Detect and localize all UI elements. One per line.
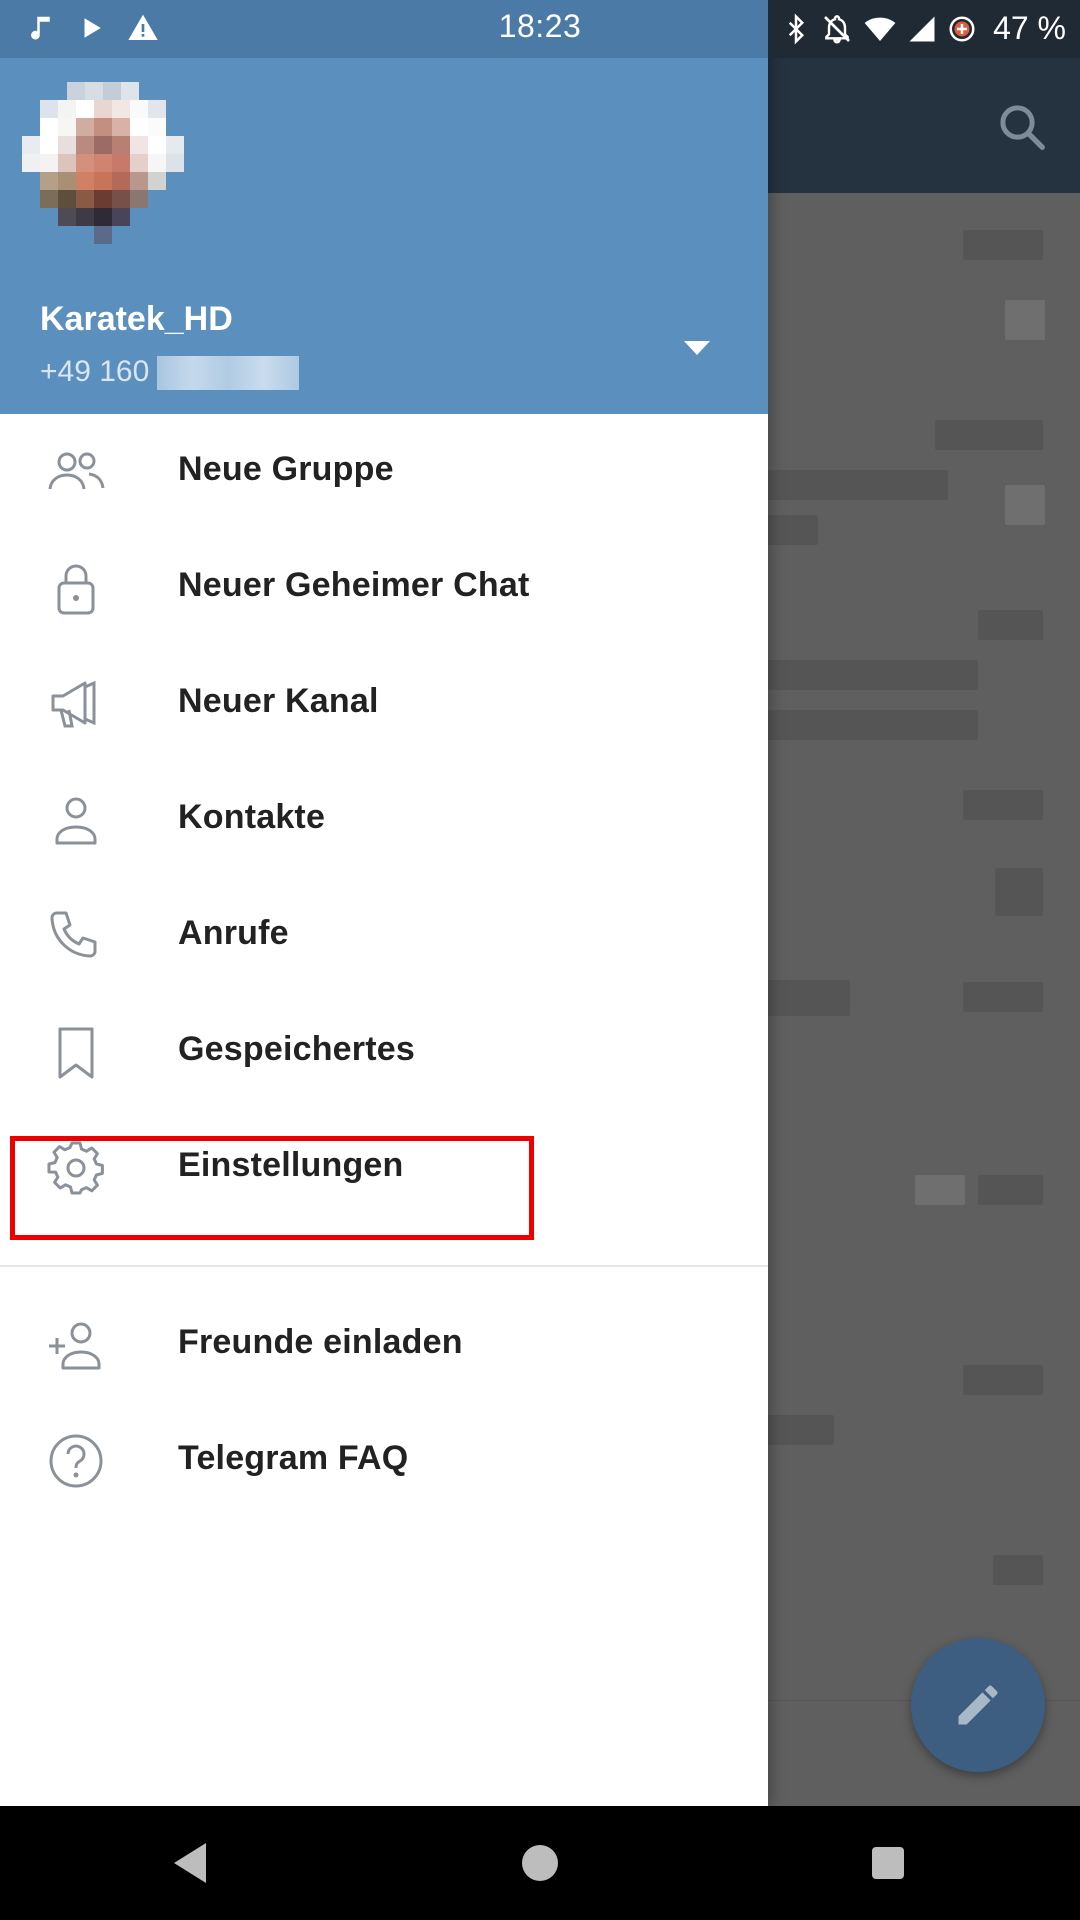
navigation-drawer: Karatek_HD +49 160 Neue Gruppe Neuer Geh… xyxy=(0,0,768,1806)
add-person-icon xyxy=(49,1322,101,1370)
pencil-icon xyxy=(958,1685,998,1725)
megaphone-icon xyxy=(51,680,96,728)
menu-item-label: Gespeichertes xyxy=(178,1030,415,1068)
chevron-down-icon[interactable] xyxy=(682,338,712,358)
phone-prefix: +49 160 xyxy=(40,355,150,388)
help-icon xyxy=(49,1434,103,1488)
recents-square-icon xyxy=(872,1847,904,1879)
lock-icon xyxy=(57,564,95,615)
back-triangle-icon xyxy=(174,1843,206,1883)
menu-item-label: Neuer Kanal xyxy=(178,682,379,720)
group-icon xyxy=(48,452,105,490)
menu-item-saved-messages[interactable]: Gespeichertes xyxy=(0,994,768,1110)
avatar[interactable] xyxy=(22,82,204,252)
system-navigation-bar xyxy=(0,1806,1080,1920)
menu-divider xyxy=(0,1265,768,1267)
battery-level: 47 % xyxy=(993,10,1066,46)
menu-item-telegram-faq[interactable]: Telegram FAQ xyxy=(0,1403,768,1519)
wifi-icon xyxy=(864,17,896,41)
status-bar: 18:23 47 % xyxy=(0,0,1080,58)
menu-item-label: Freunde einladen xyxy=(178,1323,463,1361)
search-icon[interactable] xyxy=(995,100,1049,154)
menu-item-calls[interactable]: Anrufe xyxy=(0,878,768,994)
signal-icon xyxy=(909,16,935,41)
menu-item-contacts[interactable]: Kontakte xyxy=(0,762,768,878)
menu-item-new-secret-chat[interactable]: Neuer Geheimer Chat xyxy=(0,530,768,646)
new-message-fab[interactable] xyxy=(911,1638,1045,1772)
menu-item-new-group[interactable]: Neue Gruppe xyxy=(0,414,768,530)
home-button[interactable] xyxy=(500,1806,580,1920)
menu-item-invite-friends[interactable]: Freunde einladen xyxy=(0,1287,768,1403)
phone-redacted xyxy=(157,356,300,391)
menu-item-label: Neuer Geheimer Chat xyxy=(178,566,530,604)
notifications-off-icon xyxy=(824,14,851,44)
menu-item-label: Anrufe xyxy=(178,914,289,952)
profile-name: Karatek_HD xyxy=(40,300,233,338)
settings-highlight-box xyxy=(10,1136,534,1240)
bluetooth-icon xyxy=(788,12,805,45)
phone-icon xyxy=(50,911,97,958)
menu-item-label: Telegram FAQ xyxy=(178,1439,409,1477)
person-icon xyxy=(55,797,97,845)
menu-item-label: Neue Gruppe xyxy=(178,450,394,488)
menu-item-label: Kontakte xyxy=(178,798,326,836)
bookmark-icon xyxy=(58,1027,94,1079)
back-button[interactable] xyxy=(150,1806,230,1920)
recents-button[interactable] xyxy=(848,1806,928,1920)
data-saver-icon xyxy=(949,16,975,41)
profile-phone: +49 160 xyxy=(40,355,300,391)
home-circle-icon xyxy=(522,1845,558,1881)
drawer-header: Karatek_HD +49 160 xyxy=(0,0,768,414)
menu-item-new-channel[interactable]: Neuer Kanal xyxy=(0,646,768,762)
